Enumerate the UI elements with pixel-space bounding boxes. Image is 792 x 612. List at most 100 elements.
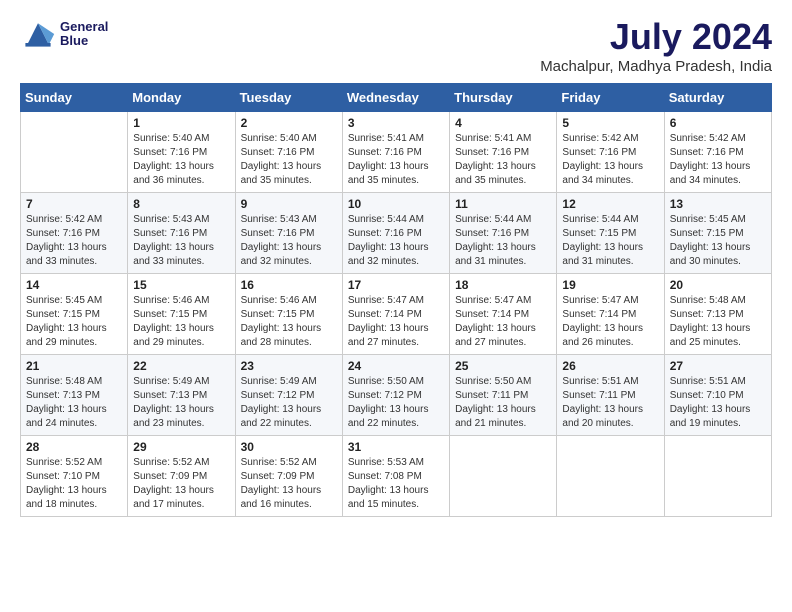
day-number: 5 — [562, 116, 658, 130]
day-info: Sunrise: 5:42 AM Sunset: 7:16 PM Dayligh… — [26, 213, 122, 269]
week-row-3: 14 Sunrise: 5:45 AM Sunset: 7:15 PM Dayli… — [21, 274, 772, 355]
calendar-cell: 15 Sunrise: 5:46 AM Sunset: 7:15 PM Dayli… — [128, 274, 235, 355]
page-header: General Blue July 2024 Machalpur, Madhya… — [20, 16, 772, 75]
day-info: Sunrise: 5:52 AM Sunset: 7:09 PM Dayligh… — [133, 456, 229, 512]
day-number: 2 — [241, 116, 337, 130]
logo-line1: General — [60, 20, 108, 34]
calendar-cell: 17Sunrise: 5:47 AM Sunset: 7:14 PM Dayli… — [342, 274, 449, 355]
calendar-cell: 19 Sunrise: 5:47 AM Sunset: 7:14 PM Dayli… — [557, 274, 664, 355]
calendar-cell: 27 Sunrise: 5:51 AM Sunset: 7:10 PM Dayli… — [664, 355, 771, 436]
calendar-cell: 14 Sunrise: 5:45 AM Sunset: 7:15 PM Dayli… — [21, 274, 128, 355]
day-number: 18 — [455, 278, 551, 292]
calendar-cell: 12 Sunrise: 5:44 AM Sunset: 7:15 PM Dayli… — [557, 193, 664, 274]
week-row-2: 7 Sunrise: 5:42 AM Sunset: 7:16 PM Daylig… — [21, 193, 772, 274]
calendar-table: SundayMondayTuesdayWednesdayThursdayFrid… — [20, 83, 772, 517]
day-number: 19 — [562, 278, 658, 292]
weekday-header-saturday: Saturday — [664, 84, 771, 112]
weekday-header-thursday: Thursday — [450, 84, 557, 112]
calendar-cell: 16 Sunrise: 5:46 AM Sunset: 7:15 PM Dayli… — [235, 274, 342, 355]
day-info: Sunrise: 5:46 AM Sunset: 7:15 PM Dayligh… — [133, 294, 229, 350]
weekday-header-wednesday: Wednesday — [342, 84, 449, 112]
day-number: 29 — [133, 440, 229, 454]
day-info: Sunrise: 5:49 AM Sunset: 7:12 PM Dayligh… — [241, 375, 337, 431]
day-info: Sunrise: 5:44 AM Sunset: 7:16 PM Dayligh… — [348, 213, 444, 269]
day-number: 16 — [241, 278, 337, 292]
day-number: 23 — [241, 359, 337, 373]
day-number: 15 — [133, 278, 229, 292]
calendar-cell: 31Sunrise: 5:53 AM Sunset: 7:08 PM Dayli… — [342, 436, 449, 517]
week-row-1: 1 Sunrise: 5:40 AM Sunset: 7:16 PM Daylig… — [21, 112, 772, 193]
day-number: 27 — [670, 359, 766, 373]
day-number: 25 — [455, 359, 551, 373]
calendar-cell: 8 Sunrise: 5:43 AM Sunset: 7:16 PM Daylig… — [128, 193, 235, 274]
day-info: Sunrise: 5:45 AM Sunset: 7:15 PM Dayligh… — [26, 294, 122, 350]
calendar-cell — [664, 436, 771, 517]
day-info: Sunrise: 5:51 AM Sunset: 7:11 PM Dayligh… — [562, 375, 658, 431]
calendar-cell: 24Sunrise: 5:50 AM Sunset: 7:12 PM Dayli… — [342, 355, 449, 436]
day-info: Sunrise: 5:48 AM Sunset: 7:13 PM Dayligh… — [26, 375, 122, 431]
day-info: Sunrise: 5:40 AM Sunset: 7:16 PM Dayligh… — [133, 132, 229, 188]
day-info: Sunrise: 5:51 AM Sunset: 7:10 PM Dayligh… — [670, 375, 766, 431]
day-number: 11 — [455, 197, 551, 211]
day-number: 30 — [241, 440, 337, 454]
calendar-cell: 6Sunrise: 5:42 AM Sunset: 7:16 PM Daylig… — [664, 112, 771, 193]
day-number: 22 — [133, 359, 229, 373]
day-number: 7 — [26, 197, 122, 211]
calendar-cell: 30 Sunrise: 5:52 AM Sunset: 7:09 PM Dayli… — [235, 436, 342, 517]
calendar-cell: 7 Sunrise: 5:42 AM Sunset: 7:16 PM Daylig… — [21, 193, 128, 274]
day-info: Sunrise: 5:52 AM Sunset: 7:10 PM Dayligh… — [26, 456, 122, 512]
day-info: Sunrise: 5:49 AM Sunset: 7:13 PM Dayligh… — [133, 375, 229, 431]
day-info: Sunrise: 5:47 AM Sunset: 7:14 PM Dayligh… — [562, 294, 658, 350]
logo-icon — [20, 16, 56, 52]
title-block: July 2024 Machalpur, Madhya Pradesh, Ind… — [540, 16, 772, 75]
day-number: 14 — [26, 278, 122, 292]
calendar-cell: 9 Sunrise: 5:43 AM Sunset: 7:16 PM Daylig… — [235, 193, 342, 274]
calendar-cell: 26Sunrise: 5:51 AM Sunset: 7:11 PM Dayli… — [557, 355, 664, 436]
day-info: Sunrise: 5:44 AM Sunset: 7:15 PM Dayligh… — [562, 213, 658, 269]
weekday-header-row: SundayMondayTuesdayWednesdayThursdayFrid… — [21, 84, 772, 112]
day-number: 1 — [133, 116, 229, 130]
calendar-cell: 3Sunrise: 5:41 AM Sunset: 7:16 PM Daylig… — [342, 112, 449, 193]
day-info: Sunrise: 5:47 AM Sunset: 7:14 PM Dayligh… — [455, 294, 551, 350]
logo: General Blue — [20, 16, 108, 52]
day-number: 8 — [133, 197, 229, 211]
day-info: Sunrise: 5:50 AM Sunset: 7:11 PM Dayligh… — [455, 375, 551, 431]
calendar-cell: 25 Sunrise: 5:50 AM Sunset: 7:11 PM Dayli… — [450, 355, 557, 436]
calendar-cell: 29 Sunrise: 5:52 AM Sunset: 7:09 PM Dayli… — [128, 436, 235, 517]
day-info: Sunrise: 5:45 AM Sunset: 7:15 PM Dayligh… — [670, 213, 766, 269]
calendar-cell: 5Sunrise: 5:42 AM Sunset: 7:16 PM Daylig… — [557, 112, 664, 193]
subtitle: Machalpur, Madhya Pradesh, India — [540, 58, 772, 75]
day-info: Sunrise: 5:42 AM Sunset: 7:16 PM Dayligh… — [670, 132, 766, 188]
day-number: 4 — [455, 116, 551, 130]
weekday-header-sunday: Sunday — [21, 84, 128, 112]
day-number: 28 — [26, 440, 122, 454]
day-info: Sunrise: 5:40 AM Sunset: 7:16 PM Dayligh… — [241, 132, 337, 188]
day-number: 9 — [241, 197, 337, 211]
day-number: 31 — [348, 440, 444, 454]
day-number: 13 — [670, 197, 766, 211]
day-info: Sunrise: 5:48 AM Sunset: 7:13 PM Dayligh… — [670, 294, 766, 350]
calendar-cell — [557, 436, 664, 517]
calendar-cell — [450, 436, 557, 517]
calendar-cell: 22 Sunrise: 5:49 AM Sunset: 7:13 PM Dayli… — [128, 355, 235, 436]
calendar-cell: 20Sunrise: 5:48 AM Sunset: 7:13 PM Dayli… — [664, 274, 771, 355]
main-title: July 2024 — [540, 16, 772, 58]
day-info: Sunrise: 5:41 AM Sunset: 7:16 PM Dayligh… — [455, 132, 551, 188]
day-info: Sunrise: 5:44 AM Sunset: 7:16 PM Dayligh… — [455, 213, 551, 269]
day-info: Sunrise: 5:41 AM Sunset: 7:16 PM Dayligh… — [348, 132, 444, 188]
weekday-header-friday: Friday — [557, 84, 664, 112]
week-row-4: 21Sunrise: 5:48 AM Sunset: 7:13 PM Dayli… — [21, 355, 772, 436]
day-number: 12 — [562, 197, 658, 211]
day-info: Sunrise: 5:52 AM Sunset: 7:09 PM Dayligh… — [241, 456, 337, 512]
day-info: Sunrise: 5:43 AM Sunset: 7:16 PM Dayligh… — [133, 213, 229, 269]
calendar-cell: 1 Sunrise: 5:40 AM Sunset: 7:16 PM Daylig… — [128, 112, 235, 193]
calendar-cell: 23 Sunrise: 5:49 AM Sunset: 7:12 PM Dayli… — [235, 355, 342, 436]
weekday-header-monday: Monday — [128, 84, 235, 112]
calendar-cell: 13 Sunrise: 5:45 AM Sunset: 7:15 PM Dayli… — [664, 193, 771, 274]
calendar-cell: 11 Sunrise: 5:44 AM Sunset: 7:16 PM Dayli… — [450, 193, 557, 274]
day-number: 24 — [348, 359, 444, 373]
day-info: Sunrise: 5:43 AM Sunset: 7:16 PM Dayligh… — [241, 213, 337, 269]
calendar-cell: 21Sunrise: 5:48 AM Sunset: 7:13 PM Dayli… — [21, 355, 128, 436]
logo-text: General Blue — [60, 20, 108, 49]
day-info: Sunrise: 5:46 AM Sunset: 7:15 PM Dayligh… — [241, 294, 337, 350]
